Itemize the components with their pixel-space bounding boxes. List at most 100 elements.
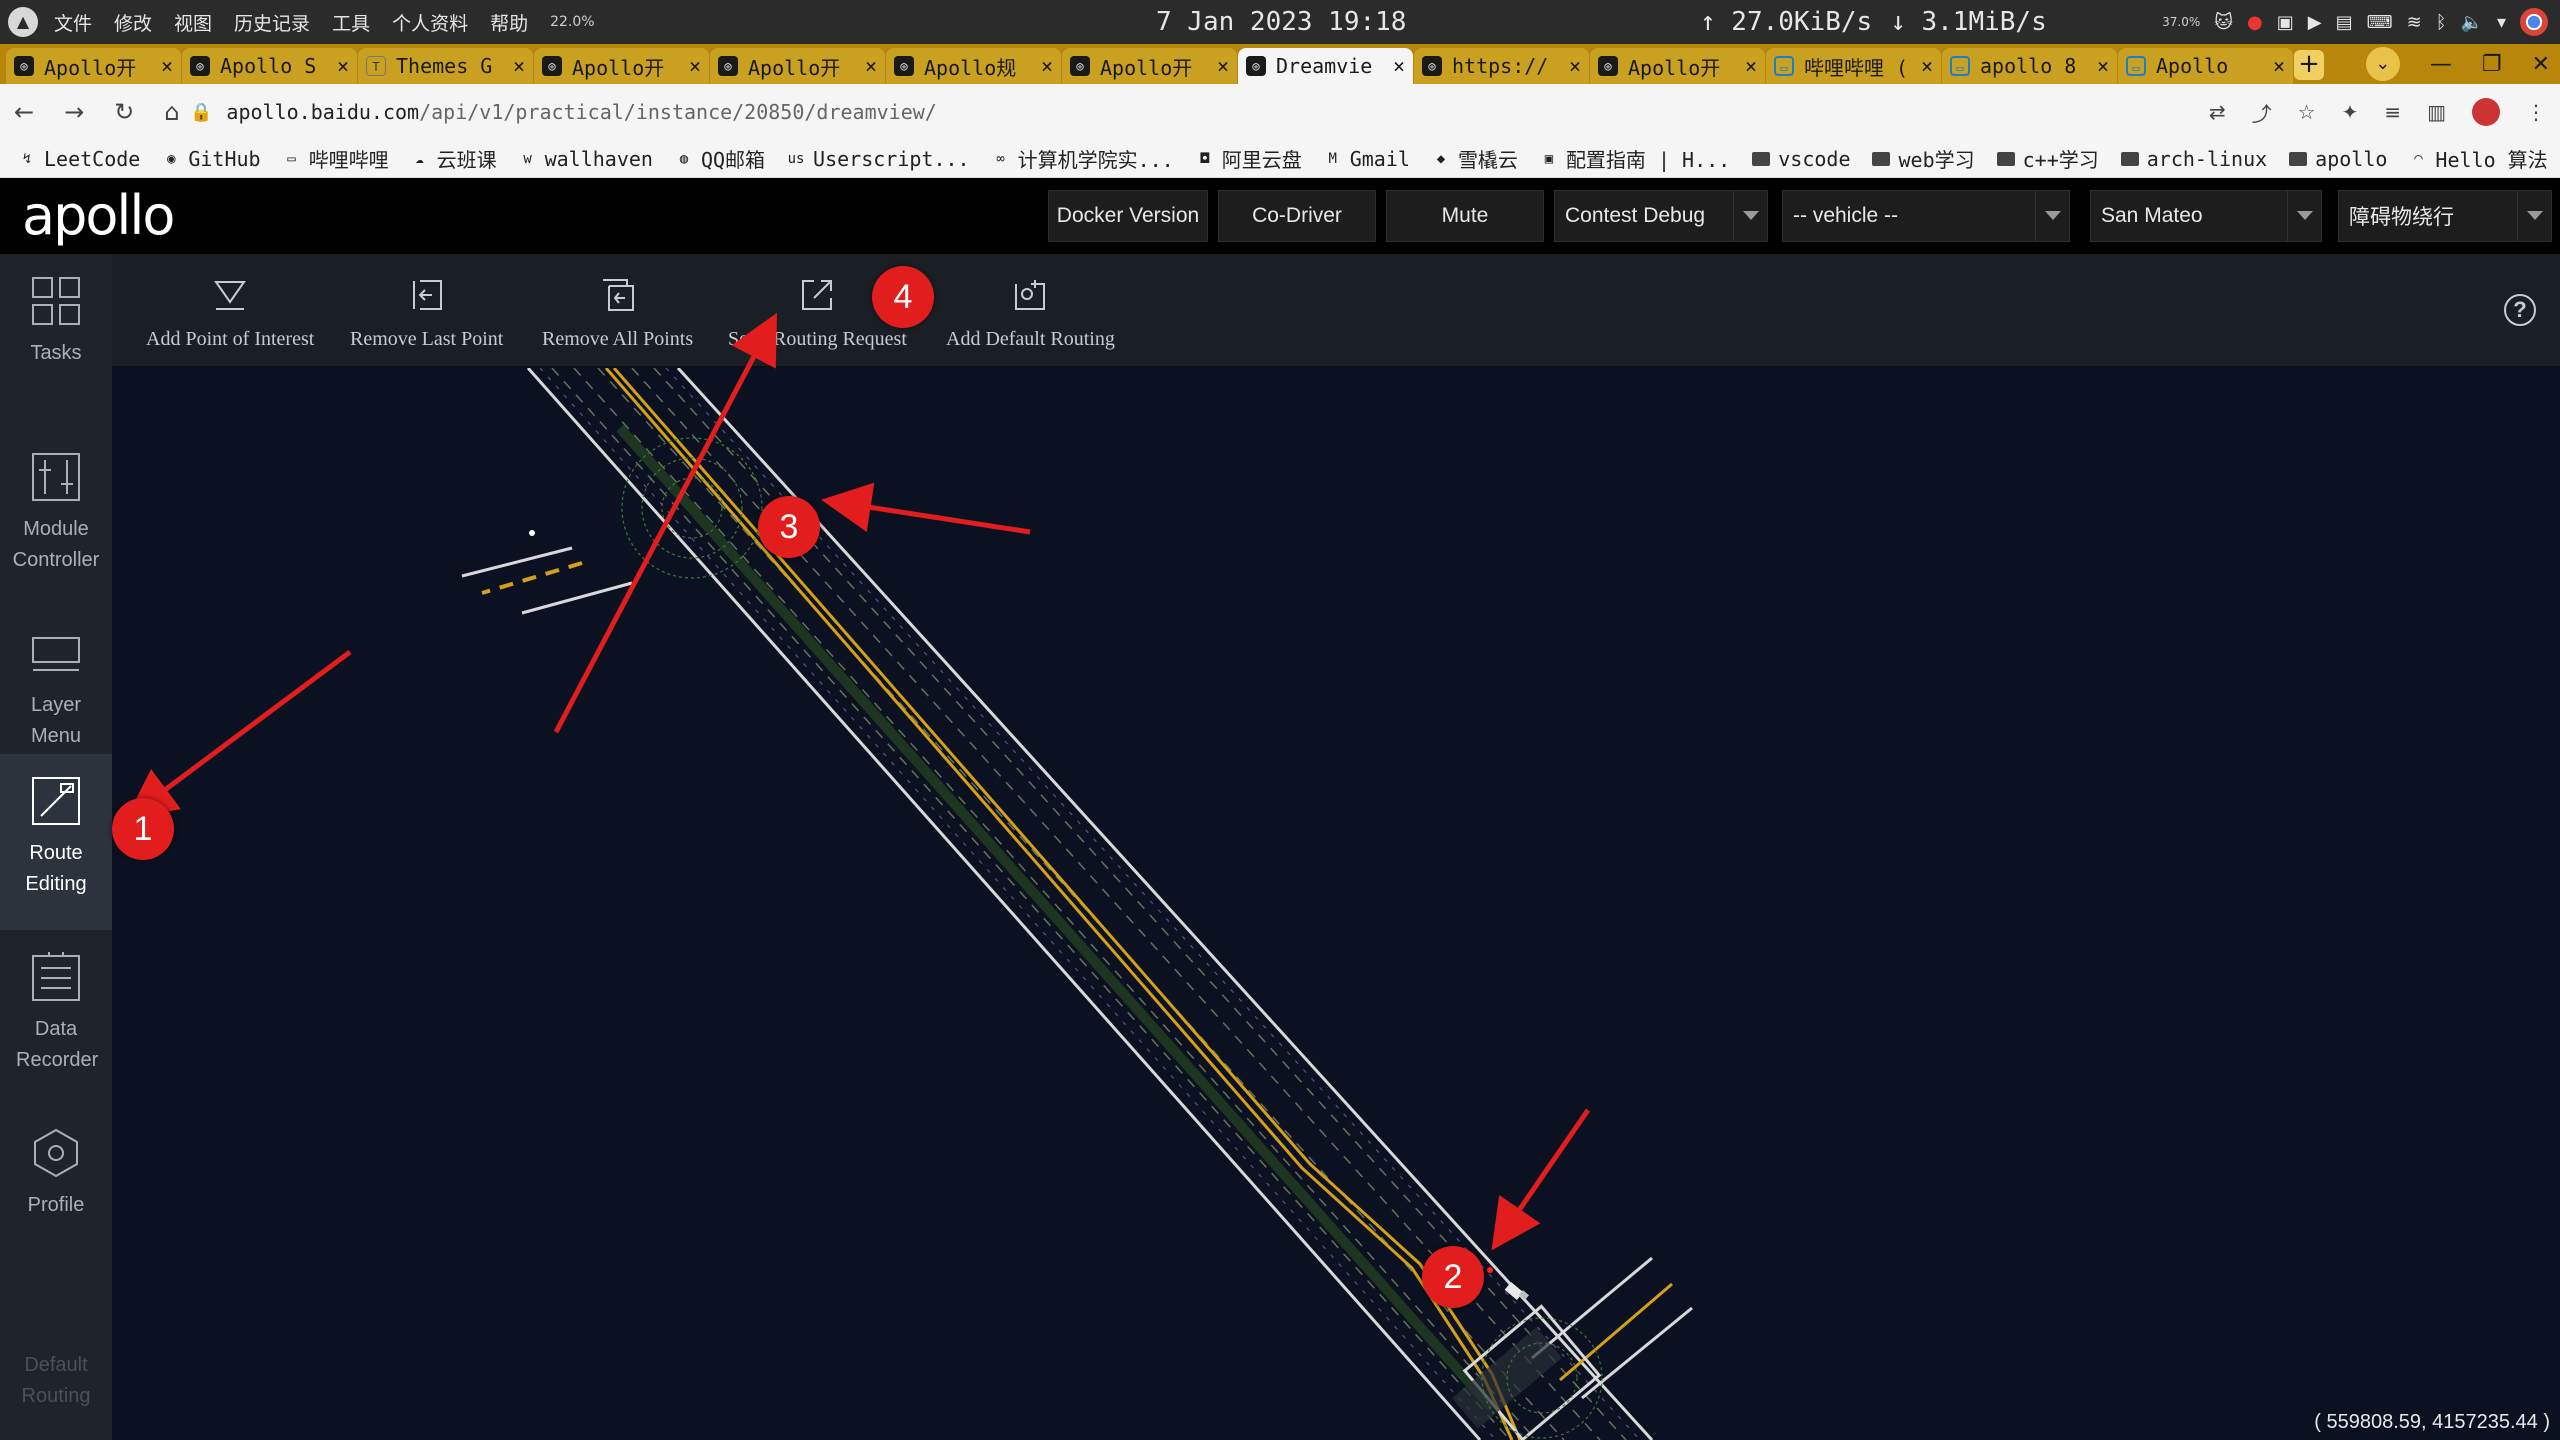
co-driver-button[interactable]: Co-Driver — [1218, 190, 1376, 242]
close-tab-icon[interactable]: × — [337, 54, 349, 78]
profile-avatar[interactable] — [2472, 98, 2500, 126]
weibo-icon[interactable]: ● — [2247, 12, 2263, 33]
browser-tab[interactable]: ▭ 哔哩哔哩 (× — [1766, 48, 1941, 84]
close-tab-icon[interactable]: × — [1041, 54, 1053, 78]
close-tab-icon[interactable]: × — [161, 54, 173, 78]
chrome-icon[interactable] — [2520, 8, 2548, 36]
menu-item[interactable]: 文件 — [54, 9, 92, 36]
menu-item[interactable]: 工具 — [332, 9, 370, 36]
menu-item[interactable]: 帮助 — [490, 9, 528, 36]
remove-all-points-button[interactable]: Remove All Points — [542, 278, 693, 351]
share-icon[interactable]: ⤴ — [2252, 98, 2272, 127]
map-select[interactable]: San Mateo — [2090, 190, 2322, 242]
close-tab-icon[interactable]: × — [1569, 54, 1581, 78]
remove-last-point-button[interactable]: Remove Last Point — [350, 278, 503, 351]
bookmark-item[interactable]: vscode — [1752, 147, 1850, 171]
mode-select[interactable]: Contest Debug — [1554, 190, 1768, 242]
close-icon[interactable]: ✕ — [2532, 52, 2550, 77]
bookmark-item[interactable]: w wallhaven — [519, 147, 653, 171]
browser-tab[interactable]: ◎ Dreamvie × — [1238, 48, 1413, 84]
extensions-icon[interactable]: ✦ — [2342, 100, 2359, 124]
cat-icon[interactable]: 🐱 — [2214, 12, 2233, 33]
wifi-icon[interactable]: ≋ — [2407, 12, 2422, 33]
close-tab-icon[interactable]: × — [1745, 54, 1757, 78]
bookmark-item[interactable]: ▣ 配置指南 | H... — [1540, 144, 1731, 173]
bookmark-item[interactable]: ↯ LeetCode — [18, 147, 141, 171]
help-icon[interactable]: ? — [2504, 294, 2536, 326]
bookmark-item[interactable]: arch-linux — [2120, 147, 2267, 171]
close-tab-icon[interactable]: × — [1393, 54, 1405, 78]
side-panel-icon[interactable]: ▥ — [2427, 100, 2446, 124]
map-view[interactable]: ( 559808.59, 4157235.44 ) — [112, 368, 2560, 1440]
sidebar-item-tasks[interactable]: Tasks — [0, 254, 112, 430]
add-default-routing-button[interactable]: Add Default Routing — [946, 278, 1115, 351]
road-map-canvas[interactable] — [112, 368, 2560, 1440]
vehicle-select[interactable]: -- vehicle -- — [1782, 190, 2070, 242]
close-tab-icon[interactable]: × — [513, 54, 525, 78]
scenario-select[interactable]: 障碍物绕行 — [2338, 190, 2552, 242]
sidebar-item-profile[interactable]: Profile — [0, 1106, 112, 1282]
kebab-menu-icon[interactable]: ⋮ — [2526, 100, 2546, 124]
sidebar-item-module-controller[interactable]: Module Controller — [0, 430, 112, 606]
menu-item[interactable]: 个人资料 — [392, 9, 468, 36]
folder-icon[interactable]: ▣ — [2277, 12, 2294, 33]
docker-version-button[interactable]: Docker Version — [1048, 190, 1208, 242]
media-icon[interactable]: ▶ — [2308, 12, 2322, 33]
browser-tab[interactable]: ◎ Apollo开 × — [534, 48, 709, 84]
bookmark-item[interactable]: ◉ GitHub — [162, 147, 260, 171]
bookmark-item[interactable]: M Gmail — [1324, 147, 1410, 171]
bookmark-item[interactable]: ☁ 云班课 — [411, 144, 496, 173]
browser-tab[interactable]: ◎ Apollo开 × — [710, 48, 885, 84]
new-tab-button[interactable]: + — [2294, 50, 2324, 80]
home-icon[interactable]: ⌂ — [164, 98, 179, 126]
browser-tab[interactable]: ◎ Apollo开 × — [6, 48, 181, 84]
bookmark-item[interactable]: c++学习 — [1996, 144, 2099, 173]
browser-tab[interactable]: ◎ Apollo开 × — [1590, 48, 1765, 84]
sidebar-item-route-editing[interactable]: Route Editing — [0, 754, 112, 930]
browser-tab[interactable]: ▭ Apollo × — [2118, 48, 2293, 84]
bookmark-item[interactable]: ◍ QQ邮箱 — [675, 144, 765, 173]
restore-icon[interactable]: ❐ — [2482, 52, 2502, 77]
lock-icon[interactable]: 🔒 — [190, 102, 212, 123]
bookmark-item[interactable]: ◆ 雪橇云 — [1432, 144, 1518, 173]
close-tab-icon[interactable]: × — [2273, 54, 2285, 78]
close-tab-icon[interactable]: × — [689, 54, 701, 78]
close-tab-icon[interactable]: × — [865, 54, 877, 78]
browser-tab[interactable]: ◎ Apollo S × — [182, 48, 357, 84]
chevron-down-icon[interactable]: ▾ — [2497, 12, 2506, 33]
address-input[interactable]: 🔒 apollo.baidu.com/api/v1/practical/inst… — [190, 94, 2190, 130]
menu-item[interactable]: 历史记录 — [234, 9, 310, 36]
translate-icon[interactable]: ⇄ — [2209, 100, 2226, 124]
menu-item[interactable]: 视图 — [174, 9, 212, 36]
browser-tab[interactable]: ▭ apollo 8 × — [1942, 48, 2117, 84]
bookmark-item[interactable]: apollo — [2289, 147, 2387, 171]
forward-icon[interactable]: → — [64, 98, 84, 126]
arch-logo-icon[interactable]: ▲ — [8, 7, 38, 37]
add-point-of-interest-button[interactable]: Add Point of Interest — [146, 278, 314, 351]
close-tab-icon[interactable]: × — [1217, 54, 1229, 78]
close-tab-icon[interactable]: × — [2097, 54, 2109, 78]
bookmark-item[interactable]: ∞ 计算机学院实... — [992, 144, 1173, 173]
menu-item[interactable]: 修改 — [114, 9, 152, 36]
reading-list-icon[interactable]: ≡ — [2384, 100, 2401, 124]
bookmark-item[interactable]: us Userscript... — [787, 147, 970, 171]
bluetooth-icon[interactable]: ᛒ — [2436, 12, 2447, 33]
bookmark-item[interactable]: ◘ 阿里云盘 — [1196, 144, 1302, 173]
browser-tab[interactable]: ◎ Apollo规 × — [886, 48, 1061, 84]
sidebar-item-data-recorder[interactable]: Data Recorder — [0, 930, 112, 1106]
bookmark-star-icon[interactable]: ☆ — [2298, 100, 2316, 124]
mute-button[interactable]: Mute — [1386, 190, 1544, 242]
keyboard-icon[interactable]: ⌨ — [2367, 12, 2393, 33]
bookmark-item[interactable]: ▭ 哔哩哔哩 — [283, 144, 388, 173]
browser-tab[interactable]: ◎ Apollo开 × — [1062, 48, 1237, 84]
bookmark-item[interactable]: web学习 — [1872, 144, 1975, 173]
route-point-marker[interactable] — [1487, 1267, 1493, 1273]
minimize-icon[interactable]: — — [2430, 52, 2452, 77]
clipboard-icon[interactable]: ▤ — [2336, 12, 2353, 33]
close-tab-icon[interactable]: × — [1921, 54, 1933, 78]
reload-icon[interactable]: ↻ — [114, 98, 134, 126]
back-icon[interactable]: ← — [14, 98, 34, 126]
volume-icon[interactable]: 🔈 — [2461, 12, 2483, 33]
tab-search-icon[interactable]: ⌄ — [2365, 47, 2400, 81]
bookmark-item[interactable]: ◠ Hello 算法 — [2409, 144, 2547, 173]
